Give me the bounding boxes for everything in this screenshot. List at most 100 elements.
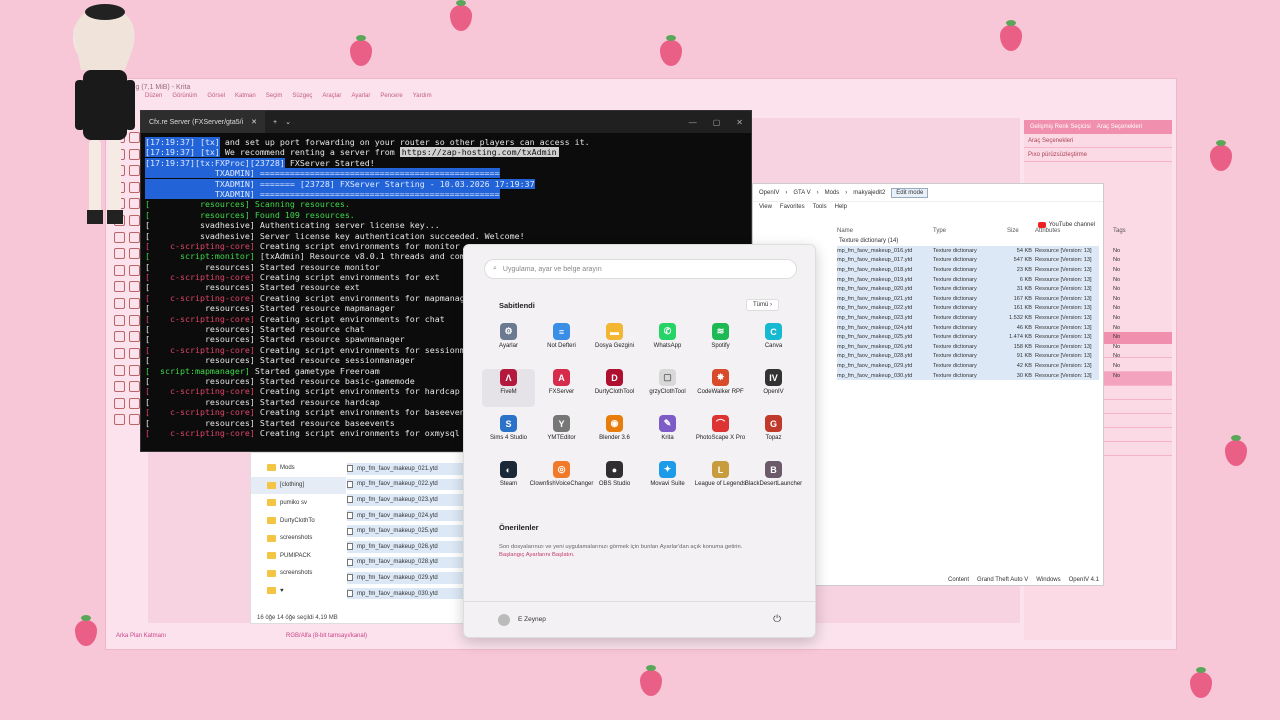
table-row[interactable]: mp_fm_faov_makeup_025.ytd Texture diction…: [837, 332, 1120, 342]
krita-tool-icon[interactable]: [128, 331, 140, 343]
header-attributes[interactable]: Attributes: [1035, 228, 1113, 234]
smoothing-option[interactable]: Pıxo pürüzsüzleştirme: [1024, 148, 1172, 162]
nav-item[interactable]: Mods: [251, 459, 346, 477]
chevron-down-icon[interactable]: ⌄: [285, 118, 291, 126]
krita-tool-icon[interactable]: [114, 281, 125, 293]
krita-tool-icon[interactable]: [128, 314, 140, 326]
app-tile[interactable]: ✸ CodeWalker RPF: [694, 369, 747, 407]
tab-tool-options[interactable]: Araç Seçenekleri: [1097, 124, 1142, 130]
table-row[interactable]: mp_fm_faov_makeup_019.ytd Texture diction…: [837, 274, 1120, 285]
menu-tools[interactable]: Tools: [813, 204, 827, 210]
krita-menu-item[interactable]: Süzgeç: [292, 93, 312, 105]
nav-item[interactable]: pumiko sv: [251, 494, 346, 512]
recommended-settings-link[interactable]: Başlangıç Ayarlarını Başlatın.: [499, 552, 575, 558]
nav-item[interactable]: [clothing]: [251, 476, 346, 495]
header-type[interactable]: Type: [933, 228, 1007, 234]
file-item[interactable]: mp_fm_faov_makeup_024.ytd: [347, 509, 465, 522]
nav-item[interactable]: screenshots: [251, 529, 346, 547]
header-name[interactable]: Name: [837, 228, 933, 234]
all-apps-button[interactable]: Tümü ›: [746, 299, 780, 311]
header-size[interactable]: Size: [1007, 228, 1035, 234]
krita-tool-icon[interactable]: [128, 381, 140, 393]
krita-tool-icon[interactable]: [128, 298, 140, 310]
avatar[interactable]: [498, 613, 510, 626]
header-tags[interactable]: Tags: [1113, 228, 1133, 234]
krita-tool-icon[interactable]: [128, 264, 140, 276]
menu-favorites[interactable]: Favorites: [780, 204, 805, 210]
table-row[interactable]: mp_fm_faov_makeup_024.ytd Texture diction…: [837, 322, 1120, 333]
table-row[interactable]: mp_fm_faov_makeup_030.ytd Texture diction…: [837, 370, 1120, 381]
krita-tool-icon[interactable]: [128, 414, 140, 426]
krita-tool-icon[interactable]: [114, 248, 125, 260]
krita-tool-icon[interactable]: [114, 331, 125, 343]
table-row[interactable]: mp_fm_faov_makeup_021.ytd Texture diction…: [837, 293, 1120, 304]
table-row[interactable]: mp_fm_faov_makeup_022.ytd Texture diction…: [837, 303, 1120, 314]
krita-tool-icon[interactable]: [128, 397, 140, 409]
crumb[interactable]: GTA V: [793, 190, 810, 196]
app-tile[interactable]: Y YMTEditor: [535, 415, 588, 453]
krita-tool-icon[interactable]: [128, 364, 140, 376]
app-tile[interactable]: ◉ Blender 3.6: [588, 415, 641, 453]
app-tile[interactable]: G Topaz: [747, 415, 800, 453]
krita-tool-icon[interactable]: [114, 264, 125, 276]
krita-menu-item[interactable]: Seçim: [266, 93, 283, 105]
crumb[interactable]: Mods: [825, 190, 840, 196]
app-tile[interactable]: ≡ Not Defteri: [535, 323, 588, 361]
krita-tool-icon[interactable]: [114, 314, 125, 326]
app-tile[interactable]: ✆ WhatsApp: [641, 323, 694, 361]
file-item[interactable]: mp_fm_faov_makeup_021.ytd: [347, 463, 465, 475]
power-icon[interactable]: ⏻: [773, 614, 781, 625]
file-item[interactable]: mp_fm_faov_makeup_022.ytd: [347, 478, 465, 491]
file-item[interactable]: mp_fm_faov_makeup_026.ytd: [347, 540, 465, 553]
search-input[interactable]: ⌕ Uygulama, ayar ve belge arayın: [484, 259, 797, 279]
table-row[interactable]: mp_fm_faov_makeup_016.ytd Texture diction…: [837, 246, 1120, 256]
table-row[interactable]: mp_fm_faov_makeup_026.ytd Texture diction…: [837, 341, 1120, 352]
app-tile[interactable]: C Canva: [747, 323, 800, 361]
app-tile[interactable]: ◎ ClownfishVoiceChanger: [530, 461, 593, 499]
edit-mode-button[interactable]: Edit mode: [891, 187, 929, 198]
app-tile[interactable]: ✎ Krita: [641, 415, 694, 453]
app-tile[interactable]: B BlackDesertLauncher: [745, 461, 802, 499]
krita-tool-icon[interactable]: [128, 347, 140, 359]
krita-tool-icon[interactable]: [114, 397, 125, 409]
app-tile[interactable]: S Sims 4 Studio: [482, 415, 535, 453]
app-tile[interactable]: ✦ Movavi Suite: [641, 461, 694, 499]
menu-help[interactable]: Help: [835, 204, 847, 210]
app-tile[interactable]: ≋ Spotify: [694, 323, 747, 361]
krita-tool-icon[interactable]: [114, 347, 125, 359]
app-tile[interactable]: Λ FiveM: [482, 369, 535, 407]
crumb[interactable]: makyajedit2: [853, 190, 885, 196]
app-tile[interactable]: ⚙ Ayarlar: [482, 323, 535, 361]
table-row[interactable]: mp_fm_faov_makeup_023.ytd Texture diction…: [837, 313, 1120, 323]
table-row[interactable]: mp_fm_faov_makeup_029.ytd Texture diction…: [837, 361, 1120, 371]
file-item[interactable]: mp_fm_faov_makeup_023.ytd: [347, 494, 465, 506]
tab-color-selector[interactable]: Gelişmiş Renk Seçicisi: [1030, 124, 1091, 130]
krita-menu-item[interactable]: Ayarlar: [351, 93, 370, 105]
krita-tool-icon[interactable]: [114, 298, 125, 310]
app-tile[interactable]: ▬ Dosya Gezgini: [588, 323, 641, 361]
nav-item[interactable]: screenshots: [251, 565, 346, 583]
crumb[interactable]: OpenIV: [759, 190, 779, 196]
file-item[interactable]: mp_fm_faov_makeup_028.ytd: [347, 556, 465, 569]
nav-item[interactable]: DurtyClothTo: [251, 512, 346, 530]
app-tile[interactable]: L League of Legends: [694, 461, 747, 499]
app-tile[interactable]: ◐ Steam: [482, 461, 535, 499]
krita-tool-icon[interactable]: [114, 364, 125, 376]
app-tile[interactable]: D DurtyClothTool: [588, 369, 641, 407]
krita-tool-icon[interactable]: [114, 381, 125, 393]
app-tile[interactable]: A FXServer: [535, 369, 588, 407]
maximize-button[interactable]: ▢: [713, 118, 721, 127]
hosting-link[interactable]: https://zap-hosting.com/txAdmin: [399, 147, 559, 158]
new-tab-button[interactable]: +: [265, 119, 285, 126]
krita-menu-item[interactable]: Yardım: [413, 93, 432, 105]
file-item[interactable]: mp_fm_faov_makeup_025.ytd: [347, 525, 465, 537]
nav-item[interactable]: PUMIPACK: [251, 547, 346, 565]
file-item[interactable]: mp_fm_faov_makeup_030.ytd: [347, 587, 465, 600]
table-row[interactable]: mp_fm_faov_makeup_020.ytd Texture diction…: [837, 284, 1120, 294]
close-icon[interactable]: ✕: [251, 118, 257, 126]
close-button[interactable]: ✕: [736, 118, 743, 127]
krita-tool-icon[interactable]: [128, 248, 140, 260]
app-tile[interactable]: ⌒ PhotoScape X Pro: [694, 415, 747, 453]
nav-item[interactable]: ♥: [251, 582, 346, 600]
user-name[interactable]: E Zeynep: [518, 616, 546, 623]
